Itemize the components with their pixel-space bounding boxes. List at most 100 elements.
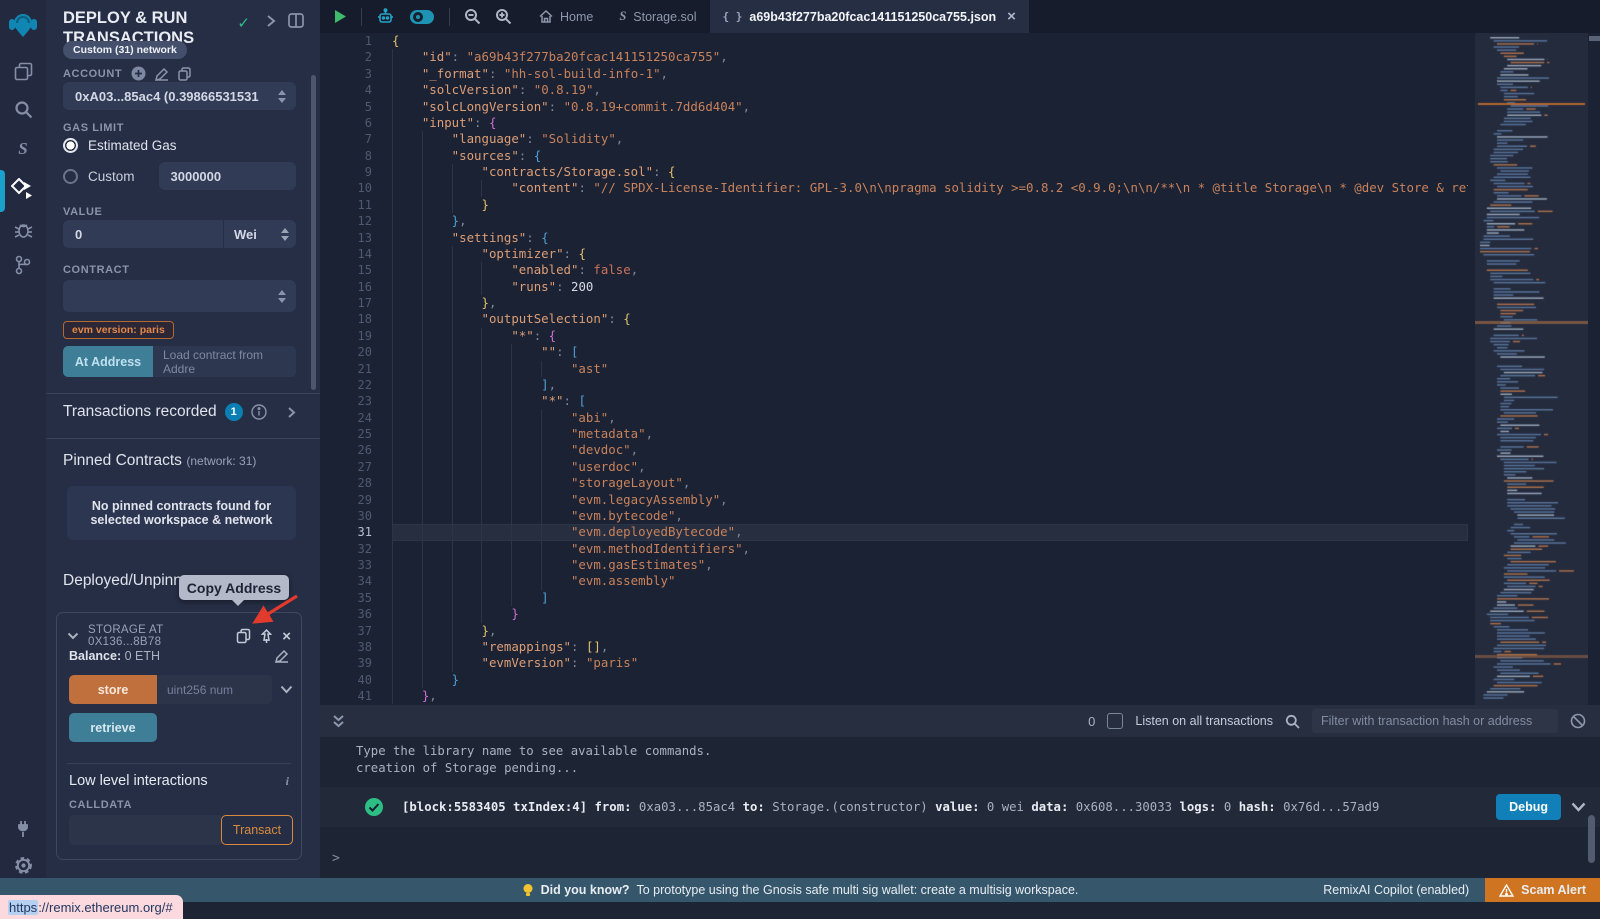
contract-select[interactable] (63, 280, 296, 312)
value-unit-select[interactable]: Wei (224, 220, 296, 248)
estimated-gas-radio[interactable] (63, 138, 78, 153)
expand-args-chevron-icon[interactable] (280, 685, 293, 694)
code-line[interactable]: }, (392, 213, 1468, 229)
code-line[interactable]: "contracts/Storage.sol": { (392, 164, 1468, 180)
deploy-and-run-icon[interactable] (0, 172, 46, 206)
at-address-input[interactable]: Load contract from Addre (153, 346, 296, 377)
code-line[interactable]: "*": { (392, 328, 1468, 344)
code-line[interactable]: "evm.legacyAssembly", (392, 492, 1468, 508)
copilot-status[interactable]: RemixAI Copilot (enabled) (1323, 883, 1485, 897)
debug-button[interactable]: Debug (1496, 794, 1561, 820)
code-line[interactable]: ], (392, 377, 1468, 393)
horizontal-scrollbar[interactable] (1589, 36, 1600, 41)
code-line[interactable]: "metadata", (392, 426, 1468, 442)
edit-balance-icon[interactable] (275, 649, 289, 663)
debugger-icon[interactable] (0, 212, 46, 246)
source-control-icon[interactable] (0, 248, 46, 282)
code-line[interactable]: }, (392, 623, 1468, 639)
code-line[interactable]: "evm.methodIdentifiers", (392, 541, 1468, 557)
settings-gear-icon[interactable] (0, 848, 46, 882)
info-icon[interactable]: i (286, 774, 289, 789)
code-line[interactable]: "devdoc", (392, 442, 1468, 458)
zoom-out-icon[interactable] (464, 8, 481, 25)
code-line[interactable]: { (392, 33, 1468, 49)
edit-account-icon[interactable] (155, 67, 169, 81)
terminal-scrollbar[interactable] (1588, 815, 1595, 863)
code-line[interactable]: "evmVersion": "paris" (392, 655, 1468, 671)
code-line[interactable]: "evm.deployedBytecode", (392, 524, 1468, 540)
clear-filter-ban-icon[interactable] (1570, 713, 1586, 729)
listen-all-checkbox[interactable] (1107, 713, 1123, 729)
solidity-compiler-icon[interactable]: S (0, 132, 46, 166)
terminal-search-icon[interactable] (1285, 714, 1300, 729)
expand-log-chevron-icon[interactable] (1571, 802, 1586, 812)
code-line[interactable]: "abi", (392, 410, 1468, 426)
plugin-manager-icon[interactable] (0, 812, 46, 846)
tab-json-active[interactable]: { } a69b43f277ba20fcac141151250ca755.jso… (710, 0, 1029, 33)
filter-transactions-input[interactable] (1312, 709, 1558, 733)
store-function-button[interactable]: store (69, 675, 157, 704)
code-line[interactable]: "_format": "hh-sol-build-info-1", (392, 66, 1468, 82)
custom-gas-input[interactable]: 3000000 (159, 162, 296, 190)
transact-button[interactable]: Transact (221, 815, 293, 845)
code-line[interactable]: "evm.gasEstimates", (392, 557, 1468, 573)
code-line[interactable]: "language": "Solidity", (392, 131, 1468, 147)
add-account-icon[interactable] (131, 66, 146, 81)
code-line[interactable]: "settings": { (392, 230, 1468, 246)
code-line[interactable]: } (392, 672, 1468, 688)
tab-home[interactable]: Home (526, 0, 606, 33)
ai-assistant-robot-icon[interactable] (376, 8, 395, 26)
terminal-prompt[interactable]: > (332, 851, 340, 866)
code-line[interactable]: "storageLayout", (392, 475, 1468, 491)
code-line[interactable]: "input": { (392, 115, 1468, 131)
code-line[interactable]: } (392, 197, 1468, 213)
retrieve-function-button[interactable]: retrieve (69, 713, 157, 742)
scam-alert-button[interactable]: Scam Alert (1485, 878, 1600, 902)
panel-scrollbar[interactable] (311, 75, 316, 390)
code-line[interactable]: "": [ (392, 344, 1468, 360)
copilot-toggle-icon[interactable] (409, 9, 435, 25)
code-line[interactable]: } (392, 606, 1468, 622)
collapse-terminal-icon[interactable] (320, 714, 345, 729)
minimap[interactable] (1475, 33, 1588, 705)
at-address-button[interactable]: At Address (63, 346, 153, 377)
code-line[interactable]: "userdoc", (392, 459, 1468, 475)
code-line[interactable]: }, (392, 295, 1468, 311)
code-line[interactable]: "id": "a69b43f277ba20fcac141151250ca755"… (392, 49, 1468, 65)
code-line[interactable]: "evm.assembly" (392, 573, 1468, 589)
account-select[interactable]: 0xA03...85ac4 (0.39866531531 (63, 82, 296, 110)
code-line[interactable]: "enabled": false, (392, 262, 1468, 278)
remix-logo[interactable] (0, 6, 46, 44)
code-line[interactable]: "content": "// SPDX-License-Identifier: … (392, 180, 1468, 196)
code-line[interactable]: "evm.bytecode", (392, 508, 1468, 524)
copy-account-icon[interactable] (178, 67, 191, 81)
layout-columns-icon[interactable] (288, 13, 304, 28)
transaction-log-row[interactable]: [block:5583405 txIndex:4] from: 0xa03...… (320, 787, 1600, 827)
code-line[interactable]: "solcLongVersion": "0.8.19+commit.7dd6d4… (392, 99, 1468, 115)
code-editor[interactable]: 1234567891011121314151617181920212223242… (320, 33, 1600, 705)
collapse-chevron-icon[interactable] (67, 632, 79, 640)
code-line[interactable]: "remappings": [], (392, 639, 1468, 655)
code-line[interactable]: "ast" (392, 361, 1468, 377)
account-stepper-icon[interactable] (278, 90, 296, 103)
file-explorer-icon[interactable] (0, 54, 46, 88)
code-line[interactable]: "runs": 200 (392, 279, 1468, 295)
run-script-icon[interactable] (334, 9, 347, 24)
store-args-input[interactable]: uint256 num (157, 675, 272, 704)
expand-transactions-chevron-icon[interactable] (287, 406, 296, 419)
value-input[interactable]: 0 (63, 220, 223, 248)
info-icon[interactable] (251, 404, 267, 420)
code-line[interactable]: "sources": { (392, 148, 1468, 164)
code-line[interactable]: "outputSelection": { (392, 311, 1468, 327)
tab-storage-sol[interactable]: S Storage.sol (606, 0, 709, 33)
code-line[interactable]: }, (392, 688, 1468, 704)
code-line[interactable]: ] (392, 590, 1468, 606)
zoom-in-icon[interactable] (495, 8, 512, 25)
code-line[interactable]: "solcVersion": "0.8.19", (392, 82, 1468, 98)
code-line[interactable]: "*": [ (392, 393, 1468, 409)
custom-gas-radio[interactable] (63, 169, 78, 184)
pin-panel-chevron-icon[interactable] (266, 14, 276, 28)
close-tab-icon[interactable]: × (1007, 8, 1016, 25)
search-icon[interactable] (0, 92, 46, 126)
calldata-input[interactable] (69, 815, 221, 845)
